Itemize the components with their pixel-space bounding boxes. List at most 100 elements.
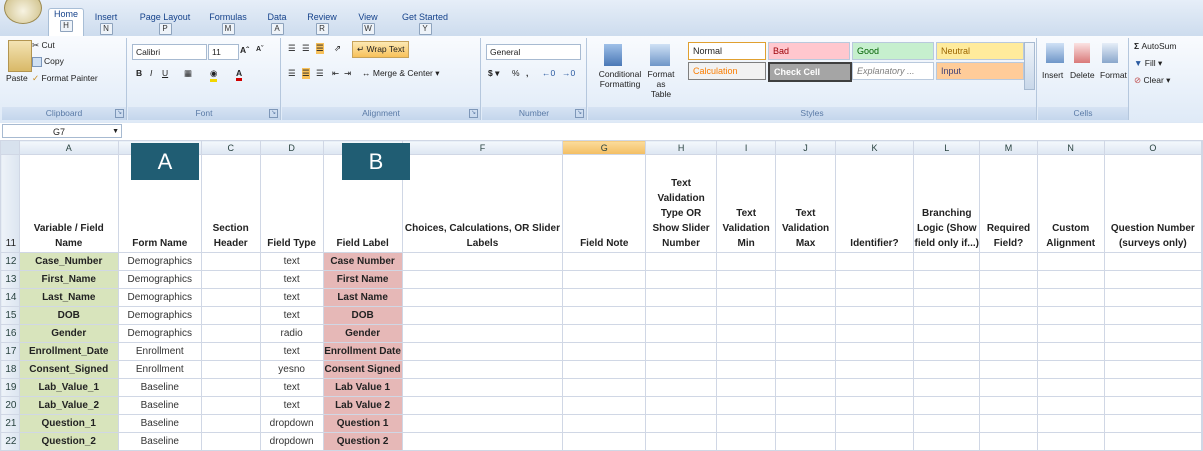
increase-decimal-icon[interactable]: ←0 (542, 68, 555, 78)
empty-cell[interactable] (1201, 342, 1203, 361)
empty-cell[interactable] (834, 414, 915, 433)
variable-name-cell[interactable]: Enrollment_Date (18, 342, 119, 361)
empty-cell[interactable] (775, 306, 836, 325)
empty-cell[interactable] (1201, 396, 1203, 415)
field-label-cell[interactable]: Question 1 (322, 414, 403, 433)
variable-name-cell[interactable]: Question_1 (18, 414, 119, 433)
currency-button[interactable]: $ ▾ (488, 68, 499, 79)
header-cell[interactable]: Text Validation Min (715, 154, 777, 253)
column-header-h[interactable]: H (645, 140, 717, 155)
row-number[interactable]: 20 (0, 396, 20, 415)
empty-cell[interactable] (913, 270, 981, 289)
empty-cell[interactable] (645, 378, 717, 397)
empty-cell[interactable] (562, 306, 647, 325)
field-type-cell[interactable]: text (259, 252, 324, 271)
section-header-cell[interactable] (200, 396, 261, 415)
empty-cell[interactable] (775, 270, 836, 289)
tab-formulas[interactable]: Formulas M (206, 12, 250, 35)
empty-cell[interactable] (775, 432, 836, 451)
alignment-dialog-launcher[interactable]: ↘ (469, 109, 478, 118)
empty-cell[interactable] (562, 252, 647, 271)
empty-cell[interactable] (834, 306, 915, 325)
variable-name-cell[interactable]: Gender (18, 324, 119, 343)
column-header-i[interactable]: I (715, 140, 777, 155)
empty-cell[interactable] (1201, 288, 1203, 307)
field-label-cell[interactable]: Enrollment Date (322, 342, 403, 361)
empty-cell[interactable] (562, 414, 647, 433)
format-button[interactable]: Format (1100, 70, 1127, 80)
section-header-cell[interactable] (200, 306, 261, 325)
variable-name-cell[interactable]: DOB (18, 306, 119, 325)
field-label-cell[interactable]: First Name (322, 270, 403, 289)
border-icon[interactable]: ▦ (184, 68, 192, 79)
empty-cell[interactable] (1103, 396, 1203, 415)
empty-cell[interactable] (834, 360, 915, 379)
empty-cell[interactable] (913, 360, 981, 379)
empty-cell[interactable] (1201, 306, 1203, 325)
empty-cell[interactable] (1201, 360, 1203, 379)
empty-cell[interactable] (1103, 324, 1203, 343)
empty-cell[interactable] (401, 306, 564, 325)
section-header-cell[interactable] (200, 432, 261, 451)
column-header-f[interactable]: F (401, 140, 564, 155)
empty-cell[interactable] (834, 324, 915, 343)
empty-cell[interactable] (1103, 432, 1203, 451)
align-bottom-icon[interactable]: ☰ (316, 43, 324, 54)
field-type-cell[interactable]: dropdown (259, 414, 324, 433)
underline-icon[interactable]: U (162, 68, 168, 78)
empty-cell[interactable] (562, 432, 647, 451)
empty-cell[interactable] (715, 324, 777, 343)
form-name-cell[interactable]: Baseline (117, 378, 202, 397)
empty-cell[interactable] (562, 378, 647, 397)
header-cell[interactable]: Custom Alignment (1036, 154, 1105, 253)
empty-cell[interactable] (715, 432, 777, 451)
number-dialog-launcher[interactable]: ↘ (575, 109, 584, 118)
copy-button[interactable]: Copy (32, 56, 64, 67)
empty-cell[interactable] (401, 432, 564, 451)
style-normal[interactable]: Normal (688, 42, 766, 60)
percent-button[interactable]: % (512, 68, 520, 78)
header-cell[interactable]: Section Header (200, 154, 261, 253)
empty-cell[interactable] (913, 432, 981, 451)
empty-cell[interactable] (1103, 288, 1203, 307)
empty-cell[interactable] (913, 396, 981, 415)
row-number[interactable]: 16 (0, 324, 20, 343)
empty-cell[interactable] (401, 324, 564, 343)
grow-font-icon[interactable]: Aˆ (240, 45, 249, 55)
field-type-cell[interactable]: text (259, 342, 324, 361)
empty-cell[interactable] (1103, 378, 1203, 397)
empty-cell[interactable] (775, 324, 836, 343)
variable-name-cell[interactable]: Lab_Value_2 (18, 396, 119, 415)
header-cell[interactable]: Variable / Field Name (18, 154, 119, 253)
column-header-a[interactable]: A (18, 140, 119, 155)
form-name-cell[interactable]: Baseline (117, 396, 202, 415)
form-name-cell[interactable]: Demographics (117, 288, 202, 307)
column-header-o[interactable]: O (1103, 140, 1203, 155)
empty-cell[interactable] (775, 252, 836, 271)
empty-cell[interactable] (401, 414, 564, 433)
paste-button[interactable]: Paste (6, 73, 28, 83)
empty-cell[interactable] (1103, 252, 1203, 271)
column-header-m[interactable]: M (979, 140, 1038, 155)
empty-cell[interactable] (913, 342, 981, 361)
format-painter-button[interactable]: ✓ Format Painter (32, 73, 98, 84)
font-name-select[interactable]: Calibri (132, 44, 207, 60)
section-header-cell[interactable] (200, 378, 261, 397)
empty-cell[interactable] (775, 414, 836, 433)
number-format-select[interactable]: General (486, 44, 581, 60)
fill-color-icon[interactable]: ◉ (210, 68, 218, 82)
clipboard-dialog-launcher[interactable]: ↘ (115, 109, 124, 118)
style-input[interactable]: Input (936, 62, 1024, 80)
empty-cell[interactable] (1036, 396, 1105, 415)
field-type-cell[interactable]: text (259, 270, 324, 289)
column-header-c[interactable]: C (200, 140, 261, 155)
empty-cell[interactable] (1201, 432, 1203, 451)
empty-cell[interactable] (775, 288, 836, 307)
empty-cell[interactable] (715, 396, 777, 415)
empty-cell[interactable] (834, 342, 915, 361)
empty-cell[interactable] (979, 396, 1038, 415)
empty-cell[interactable] (715, 360, 777, 379)
empty-cell[interactable] (979, 432, 1038, 451)
empty-cell[interactable] (834, 252, 915, 271)
empty-cell[interactable] (1036, 414, 1105, 433)
